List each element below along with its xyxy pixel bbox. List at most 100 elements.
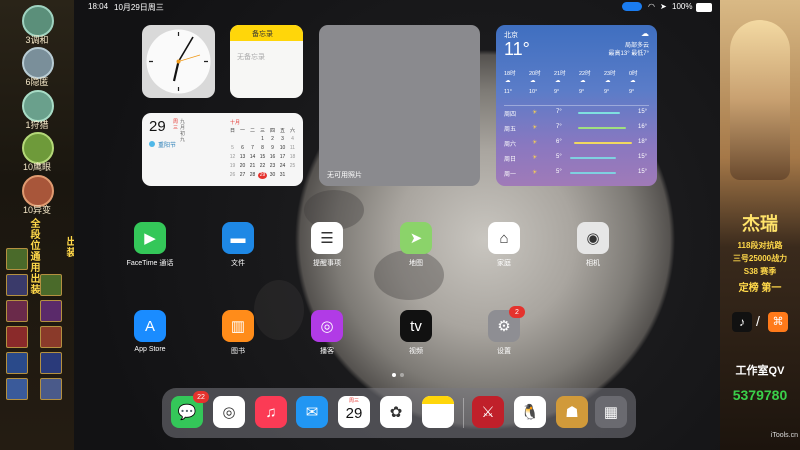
clock-widget[interactable] bbox=[142, 25, 215, 98]
right-stream-overlay: 杰瑞 118段对抗路 三号25000战力 S38 赛季 定榜 第一 ♪ / ⌘ … bbox=[720, 0, 800, 450]
slash-separator: / bbox=[756, 313, 760, 329]
partly-sunny-icon: ☀ bbox=[532, 110, 538, 116]
day-high: 15° bbox=[638, 109, 648, 115]
dock-honor-of-kings-icon[interactable]: ☗ bbox=[556, 396, 588, 428]
dock-calendar-icon[interactable]: 周三 29 bbox=[338, 396, 370, 428]
temp-range-bar bbox=[570, 172, 616, 174]
clock-face-icon bbox=[146, 29, 211, 94]
photos-widget[interactable]: 无可用照片 bbox=[319, 25, 480, 186]
cloud-icon: ☁ bbox=[630, 78, 636, 84]
dock-music-icon[interactable]: ♫ bbox=[255, 396, 287, 428]
weather-widget[interactable]: 北京 11° ☁ 局部多云 最高13° 最低7° 18时 11° 20时 10°… bbox=[496, 25, 657, 186]
calendar-date: 25 bbox=[289, 163, 296, 169]
calendar-date: 7 bbox=[251, 145, 254, 151]
equipment-icon bbox=[40, 274, 62, 296]
weather-temp: 11° bbox=[504, 39, 530, 59]
calendar-event: 重阳节 bbox=[158, 143, 177, 149]
dock-glyph: ◎ bbox=[222, 404, 236, 421]
dock-glyph: 🐧 bbox=[520, 404, 540, 421]
page-dot-active[interactable] bbox=[392, 373, 396, 377]
app-files[interactable]: ▬ 文件 bbox=[210, 222, 266, 268]
app-label: 图书 bbox=[231, 348, 245, 355]
wifi-icon: ◠ bbox=[648, 2, 655, 11]
app-label: 地图 bbox=[409, 260, 423, 267]
app-reminders[interactable]: ☰ 提醒事项 bbox=[299, 222, 355, 268]
notes-header-strip bbox=[422, 396, 454, 404]
app-label: 提醒事项 bbox=[313, 260, 341, 267]
dock-safari-icon[interactable]: ◎ bbox=[213, 396, 245, 428]
calendar-date: 20 bbox=[239, 163, 246, 169]
equipment-icon bbox=[6, 378, 28, 400]
app-facetime[interactable]: ▶ FaceTime 通话 bbox=[122, 222, 178, 268]
weather-day-row: 周六 ☀ 6° 18° bbox=[504, 139, 654, 153]
dock-game-app-icon[interactable]: ⚔ bbox=[472, 396, 504, 428]
hour-time: 21时 bbox=[554, 71, 566, 77]
status-date: 10月29日周三 bbox=[114, 3, 164, 12]
day-name: 周五 bbox=[504, 127, 517, 133]
app-app-store[interactable]: A App Store bbox=[122, 310, 178, 353]
ipad-home-screen: 18:04 10月29日周三 ◠ ➤ 100% 备忘录 无备忘录 无可用照片 北… bbox=[74, 0, 720, 450]
cloud-icon: ☁ bbox=[530, 78, 536, 84]
dock-photos-icon[interactable]: ✿ bbox=[380, 396, 412, 428]
hour-time: 20时 bbox=[529, 71, 541, 77]
calendar-date: 15 bbox=[259, 154, 266, 160]
hour-time: 22时 bbox=[579, 71, 591, 77]
app-podcasts[interactable]: ◎ 播客 bbox=[299, 310, 355, 356]
app-label: 设置 bbox=[497, 348, 511, 355]
hour-time: 23时 bbox=[604, 71, 616, 77]
temp-range-bar bbox=[574, 142, 632, 144]
badge-label-1: 3调和 bbox=[25, 35, 49, 45]
calendar-month-grid: 日一二三四五六 1 2 3 4 5 6 7 8 9 10 11 12 13 14 15 16 17 18 19 20 21… bbox=[228, 127, 298, 185]
calendar-weekday-header: 三 bbox=[259, 128, 265, 134]
calendar-weekday-header: 五 bbox=[279, 128, 285, 134]
calendar-widget[interactable]: 29 周三 九月初九 重阳节 十月 日一二三四五六 1 2 3 4 5 6 7 8 9 10 11 12… bbox=[142, 113, 303, 186]
dock-calendar-weekday: 周三 bbox=[348, 398, 359, 404]
calendar-date: 28 bbox=[249, 172, 256, 178]
app-settings[interactable]: ⚙ 2 设置 bbox=[476, 306, 532, 356]
dock-glyph: ♫ bbox=[265, 403, 277, 421]
hour-time: 0时 bbox=[629, 71, 638, 77]
notes-widget-title: 备忘录 bbox=[252, 31, 273, 38]
day-high: 16° bbox=[638, 124, 648, 130]
app-label: 家庭 bbox=[497, 260, 511, 267]
app-apple-tv[interactable]: tv 视频 bbox=[388, 310, 444, 356]
studio-label: 工作室QV bbox=[735, 365, 785, 377]
kuaishou-icon: ⌘ bbox=[768, 312, 788, 332]
battery-icon bbox=[696, 3, 712, 12]
left-stream-overlay: 3调和 6隐匿 1狩猎 10鹰眼 10异变 全段位通用出装 出装 bbox=[0, 0, 75, 450]
calendar-date: 2 bbox=[271, 136, 274, 142]
hour-temp: 11° bbox=[504, 89, 512, 95]
day-name: 周一 bbox=[504, 172, 517, 178]
temp-range-bar bbox=[578, 112, 620, 114]
calendar-date: 24 bbox=[279, 163, 286, 169]
dock-glyph: ⚔ bbox=[481, 404, 495, 421]
app-maps[interactable]: ➤ 地图 bbox=[388, 222, 444, 268]
app-books[interactable]: ▥ 图书 bbox=[210, 310, 266, 356]
facetime-icon: ▶ bbox=[134, 222, 166, 254]
app-home[interactable]: ⌂ 家庭 bbox=[476, 222, 532, 268]
douyin-icon: ♪ bbox=[732, 312, 752, 332]
page-dot[interactable] bbox=[400, 373, 404, 377]
calendar-weekday-header: 二 bbox=[249, 128, 255, 134]
app-label: App Store bbox=[134, 346, 166, 353]
calendar-date: 13 bbox=[239, 154, 246, 160]
dock-messages-icon[interactable]: 💬 22 bbox=[171, 391, 209, 428]
day-name: 周四 bbox=[504, 112, 517, 118]
dock-app-library-icon[interactable]: ▦ bbox=[595, 396, 627, 428]
calendar-date: 26 bbox=[229, 172, 236, 178]
hour-temp: 10° bbox=[529, 89, 538, 95]
dock-notes-icon[interactable] bbox=[422, 396, 454, 428]
dock-glyph: ✉ bbox=[305, 404, 319, 421]
books-icon: ▥ bbox=[222, 310, 254, 342]
calendar-weekday-header: 四 bbox=[269, 128, 275, 134]
equipment-icon bbox=[6, 352, 28, 374]
app-camera[interactable]: ◉ 相机 bbox=[565, 222, 621, 268]
badge-label-4: 10鹰眼 bbox=[22, 162, 51, 172]
notes-widget[interactable]: 备忘录 无备忘录 bbox=[230, 25, 303, 98]
photos-widget-label: 无可用照片 bbox=[327, 172, 362, 179]
dock-qq-icon[interactable]: 🐧 bbox=[514, 396, 546, 428]
dock-mail-icon[interactable]: ✉ bbox=[296, 396, 328, 428]
day-name: 周六 bbox=[504, 142, 517, 148]
apple-tv-icon: tv bbox=[400, 310, 432, 342]
temp-range-bar bbox=[570, 157, 616, 159]
